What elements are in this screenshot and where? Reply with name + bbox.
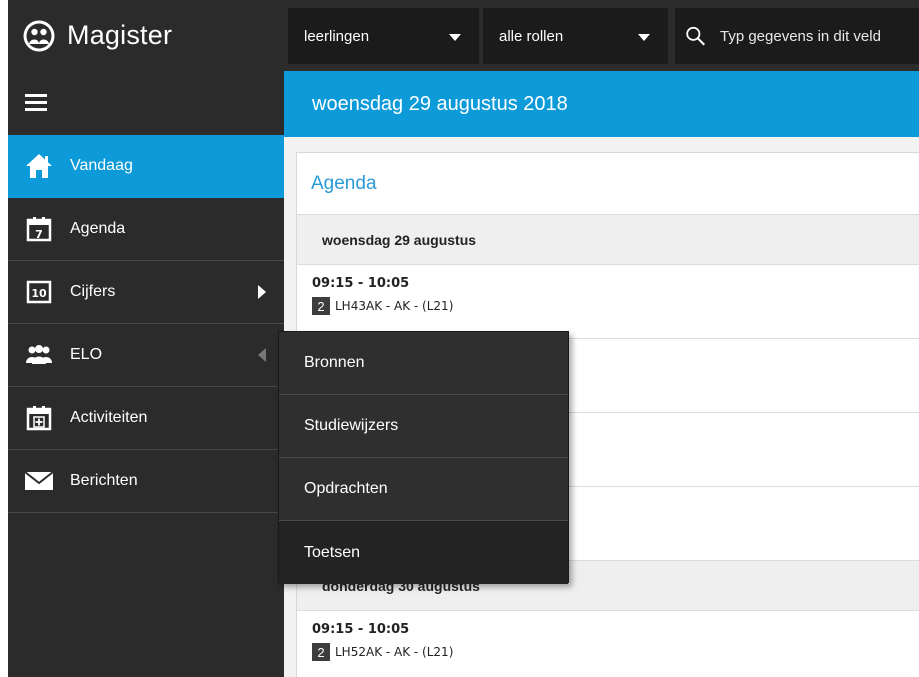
search-box: [675, 8, 919, 64]
sidebar-item-label: Berichten: [70, 472, 138, 489]
current-date: woensdag 29 augustus 2018: [312, 92, 568, 115]
lesson-description: LH43AK - AK - (L21): [335, 299, 454, 313]
envelope-icon: [24, 466, 54, 496]
sidebar-item-label: Agenda: [70, 220, 126, 237]
panel-title[interactable]: Agenda: [297, 153, 919, 215]
date-bar: woensdag 29 augustus 2018: [284, 71, 919, 137]
sidebar-item-vandaag[interactable]: Vandaag: [8, 135, 284, 198]
rollen-dropdown[interactable]: alle rollen: [483, 8, 668, 64]
grades-icon: 10: [24, 277, 54, 307]
sidebar-item-elo[interactable]: ELO: [8, 324, 284, 387]
svg-text:10: 10: [31, 287, 47, 300]
day-header: woensdag 29 augustus: [297, 215, 919, 265]
lesson-item[interactable]: 09:15 - 10:05 2 LH43AK - AK - (L21): [297, 265, 919, 339]
calendar-icon: 7: [24, 214, 54, 244]
top-bar: leerlingen alle rollen: [284, 0, 919, 71]
sidebar-item-label: Activiteiten: [70, 409, 148, 426]
svg-text:7: 7: [35, 228, 43, 241]
chevron-left-icon: [258, 348, 266, 362]
submenu-item-toetsen[interactable]: Toetsen: [279, 521, 568, 584]
leerlingen-dropdown-value: leerlingen: [304, 27, 370, 45]
sidebar-item-agenda[interactable]: 7 Agenda: [8, 198, 284, 261]
hamburger-menu-button[interactable]: [8, 71, 284, 135]
leerlingen-dropdown[interactable]: leerlingen: [288, 8, 479, 64]
sidebar-item-cijfers[interactable]: 10 Cijfers: [8, 261, 284, 324]
people-icon: [24, 340, 54, 370]
lesson-description: LH52AK - AK - (L21): [335, 645, 454, 659]
lesson-hour-badge: 2: [312, 643, 330, 661]
lesson-time: 09:15 - 10:05: [312, 622, 410, 637]
submenu-item-opdrachten[interactable]: Opdrachten: [279, 458, 568, 521]
brand-name: Magister: [67, 20, 173, 50]
chevron-down-icon: [449, 34, 461, 41]
brand-header[interactable]: Magister: [8, 0, 284, 71]
sidebar: Vandaag 7 Agenda 10 Cijfers ELO Activite…: [8, 71, 284, 677]
lesson-time: 09:15 - 10:05: [312, 276, 410, 291]
home-icon: [24, 151, 54, 181]
sidebar-item-activiteiten[interactable]: Activiteiten: [8, 387, 284, 450]
lesson-hour-badge: 2: [312, 297, 330, 315]
elo-submenu: Bronnen Studiewijzers Opdrachten Toetsen: [278, 331, 569, 584]
rollen-dropdown-value: alle rollen: [499, 27, 564, 45]
lesson-item[interactable]: 09:15 - 10:05 2 LH52AK - AK - (L21): [297, 611, 919, 677]
chevron-down-icon: [638, 34, 650, 41]
hamburger-icon: [25, 94, 47, 111]
sidebar-item-berichten[interactable]: Berichten: [8, 450, 284, 513]
chevron-right-icon: [258, 285, 266, 299]
sidebar-item-label: Cijfers: [70, 283, 116, 300]
search-input[interactable]: [720, 27, 919, 45]
magister-logo-icon: [23, 20, 55, 51]
calendar-add-icon: [24, 403, 54, 433]
submenu-item-bronnen[interactable]: Bronnen: [279, 332, 568, 395]
search-icon: [686, 26, 705, 46]
submenu-item-studiewijzers[interactable]: Studiewijzers: [279, 395, 568, 458]
sidebar-item-label: ELO: [70, 346, 103, 363]
sidebar-item-label: Vandaag: [70, 157, 133, 174]
